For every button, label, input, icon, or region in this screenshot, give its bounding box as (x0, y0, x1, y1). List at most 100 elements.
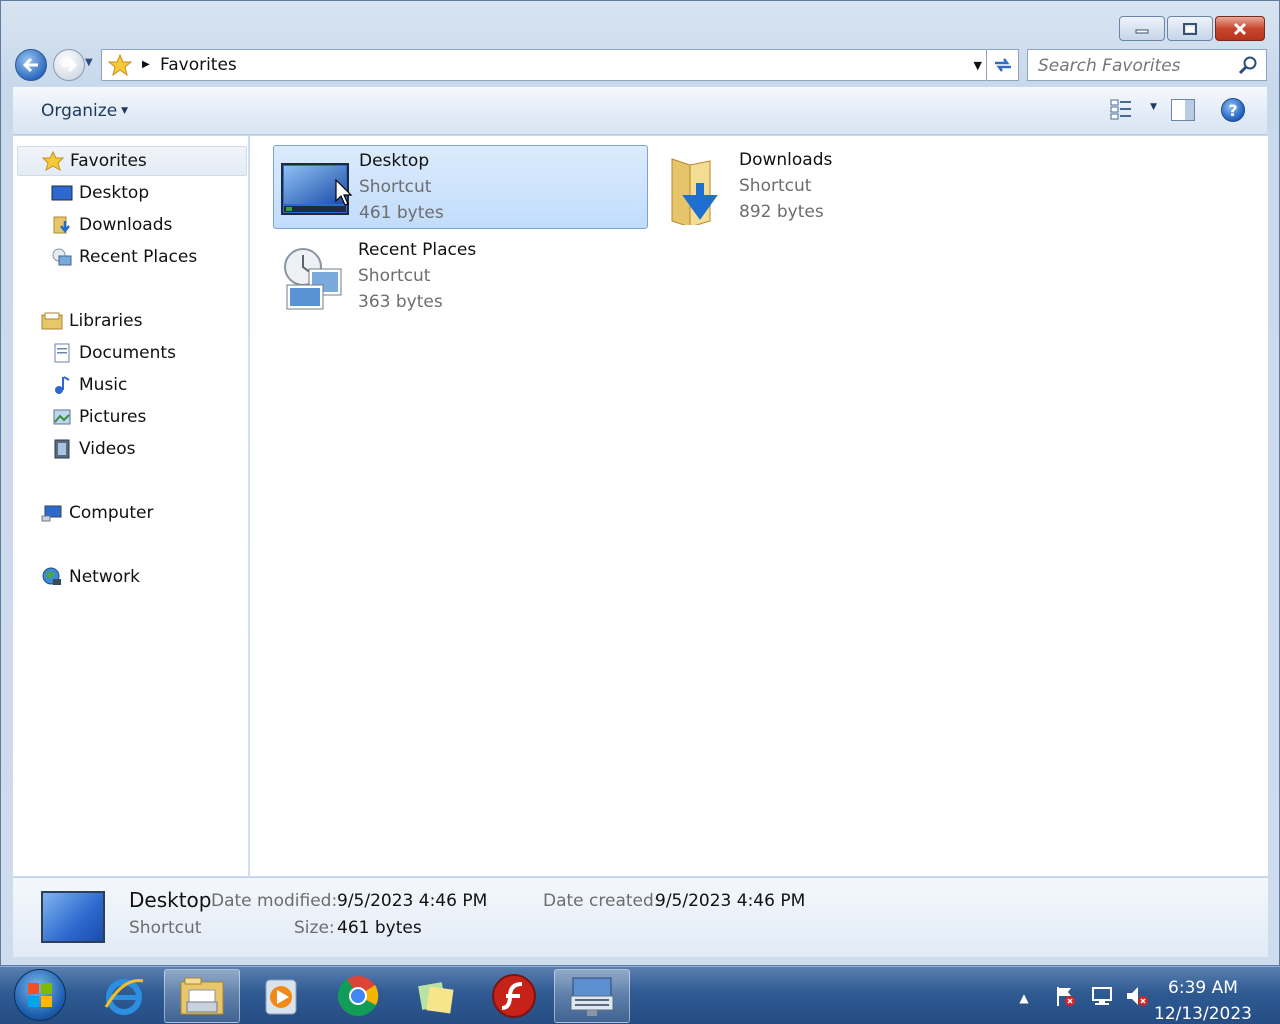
back-button[interactable] (15, 49, 47, 81)
internet-explorer-icon (104, 979, 144, 1015)
nav-favorites[interactable]: Favorites (17, 146, 247, 176)
file-type: Shortcut (359, 177, 432, 197)
search-input[interactable]: Search Favorites (1038, 56, 1181, 76)
size-value: 461 bytes (337, 918, 422, 938)
recent-pages-dropdown[interactable]: ▼ (85, 57, 93, 68)
address-dropdown-icon[interactable]: ▼ (974, 59, 982, 72)
clock-time: 6:39 AM (1168, 978, 1238, 998)
file-name: Downloads (739, 150, 833, 170)
downloads-folder-icon (51, 215, 73, 235)
address-bar[interactable]: ▶ Favorites ▼ (101, 49, 987, 81)
maximize-icon (1183, 22, 1197, 35)
forward-button[interactable] (53, 49, 85, 81)
search-icon[interactable] (1238, 55, 1258, 79)
nav-videos[interactable]: Videos (51, 434, 136, 464)
action-center-flag-icon[interactable] (1053, 985, 1077, 1007)
back-arrow-icon (22, 57, 38, 73)
maximize-button[interactable] (1167, 16, 1213, 41)
nav-libraries[interactable]: Libraries (41, 306, 142, 336)
address-row: ▼ ▶ Favorites ▼ Search Favorites (15, 49, 1267, 81)
minimize-button[interactable] (1119, 16, 1165, 41)
minimize-icon (1135, 29, 1149, 33)
details-type: Shortcut (129, 918, 202, 938)
organize-label: Organize (41, 101, 118, 121)
taskbar-media-player[interactable] (242, 969, 318, 1023)
network-status-icon[interactable] (1089, 985, 1113, 1007)
chevron-down-icon: ▼ (121, 106, 129, 116)
pictures-icon (51, 407, 73, 427)
file-type: Shortcut (739, 176, 812, 196)
media-player-icon (265, 979, 297, 1015)
details-pane: Desktop Shortcut Date modified: 9/5/2023… (13, 877, 1268, 957)
selected-item-thumbnail (41, 891, 105, 943)
nav-recent-places[interactable]: Recent Places (51, 242, 197, 272)
libraries-icon (41, 311, 63, 331)
date-modified-value: 9/5/2023 4:46 PM (337, 891, 488, 911)
date-created-value: 9/5/2023 4:46 PM (655, 891, 806, 911)
nav-computer[interactable]: Computer (41, 498, 154, 528)
date-modified-label: Date modified: (211, 891, 338, 911)
file-size: 461 bytes (359, 203, 444, 223)
nav-downloads-label: Downloads (79, 215, 173, 235)
volume-muted-icon[interactable] (1124, 985, 1148, 1007)
search-box[interactable]: Search Favorites (1027, 49, 1267, 81)
view-options-icon (1110, 99, 1131, 120)
breadcrumb-chevron-icon[interactable]: ▶ (142, 59, 150, 70)
downloads-folder-icon (660, 155, 730, 228)
taskbar-internet-explorer[interactable] (86, 969, 162, 1023)
chrome-icon (337, 976, 379, 1016)
taskbar-flash-player[interactable] (476, 969, 552, 1023)
network-globe-icon (41, 567, 63, 587)
show-hidden-icons-button[interactable]: ▲ (1012, 987, 1036, 1009)
refresh-button[interactable] (987, 49, 1019, 81)
file-item-downloads[interactable]: Downloads Shortcut 892 bytes (654, 145, 1029, 229)
caption-buttons (1117, 16, 1265, 41)
desktop-icon (51, 183, 73, 203)
close-icon (1233, 22, 1247, 35)
sticky-notes-icon (418, 982, 454, 1014)
nav-documents[interactable]: Documents (51, 338, 176, 368)
nav-computer-label: Computer (69, 503, 154, 523)
close-button[interactable] (1215, 16, 1265, 41)
clock-date: 12/13/2023 (1154, 1004, 1252, 1024)
file-size: 892 bytes (739, 202, 824, 222)
nav-desktop[interactable]: Desktop (51, 178, 149, 208)
organize-menu-button[interactable]: Organize ▼ (41, 101, 128, 121)
taskbar-windows-explorer[interactable] (164, 969, 240, 1023)
nav-pictures[interactable]: Pictures (51, 402, 146, 432)
file-item-recent-places[interactable]: Recent Places Shortcut 363 bytes (273, 235, 648, 319)
recent-places-icon (51, 247, 73, 267)
view-dropdown-icon[interactable]: ▼ (1150, 102, 1157, 112)
nav-downloads[interactable]: Downloads (51, 210, 172, 240)
nav-desktop-label: Desktop (79, 183, 150, 203)
start-button[interactable] (14, 969, 66, 1021)
nav-favorites-label: Favorites (70, 151, 147, 171)
change-view-button[interactable] (1109, 97, 1135, 125)
mouse-cursor-icon (335, 179, 353, 206)
taskbar-chrome[interactable] (320, 969, 396, 1023)
taskbar-on-screen-keyboard[interactable] (554, 969, 630, 1023)
nav-network[interactable]: Network (41, 562, 140, 592)
navigation-pane: Favorites Desktop Downloads Recent Place… (13, 136, 249, 876)
preview-pane-button[interactable] (1171, 99, 1195, 121)
file-item-desktop[interactable]: Desktop Shortcut 461 bytes (273, 145, 648, 229)
system-clock[interactable]: 6:39 AM 12/13/2023 (1148, 975, 1258, 1024)
videos-icon (51, 439, 73, 459)
flash-player-icon (492, 974, 536, 1018)
nav-videos-label: Videos (79, 439, 136, 459)
folder-icon (180, 977, 224, 1015)
nav-pictures-label: Pictures (79, 407, 147, 427)
recent-places-icon (279, 245, 349, 310)
breadcrumb-favorites[interactable]: Favorites (160, 55, 237, 75)
computer-icon (41, 503, 63, 523)
taskbar: ▲ 6:39 AM 12/13/2023 (0, 966, 1280, 1024)
command-bar: Organize ▼ ▼ ? (13, 87, 1267, 135)
size-label: Size: (294, 918, 335, 938)
taskbar-sticky-notes[interactable] (398, 969, 474, 1023)
file-list-pane: Desktop Shortcut 461 bytes Downloads Sho… (250, 136, 1268, 876)
explorer-window: ▼ ▶ Favorites ▼ Search Favorites Organiz… (0, 0, 1280, 966)
nav-recent-places-label: Recent Places (79, 247, 198, 267)
file-size: 363 bytes (358, 292, 443, 312)
nav-music[interactable]: Music (51, 370, 127, 400)
help-button[interactable]: ? (1221, 98, 1245, 122)
